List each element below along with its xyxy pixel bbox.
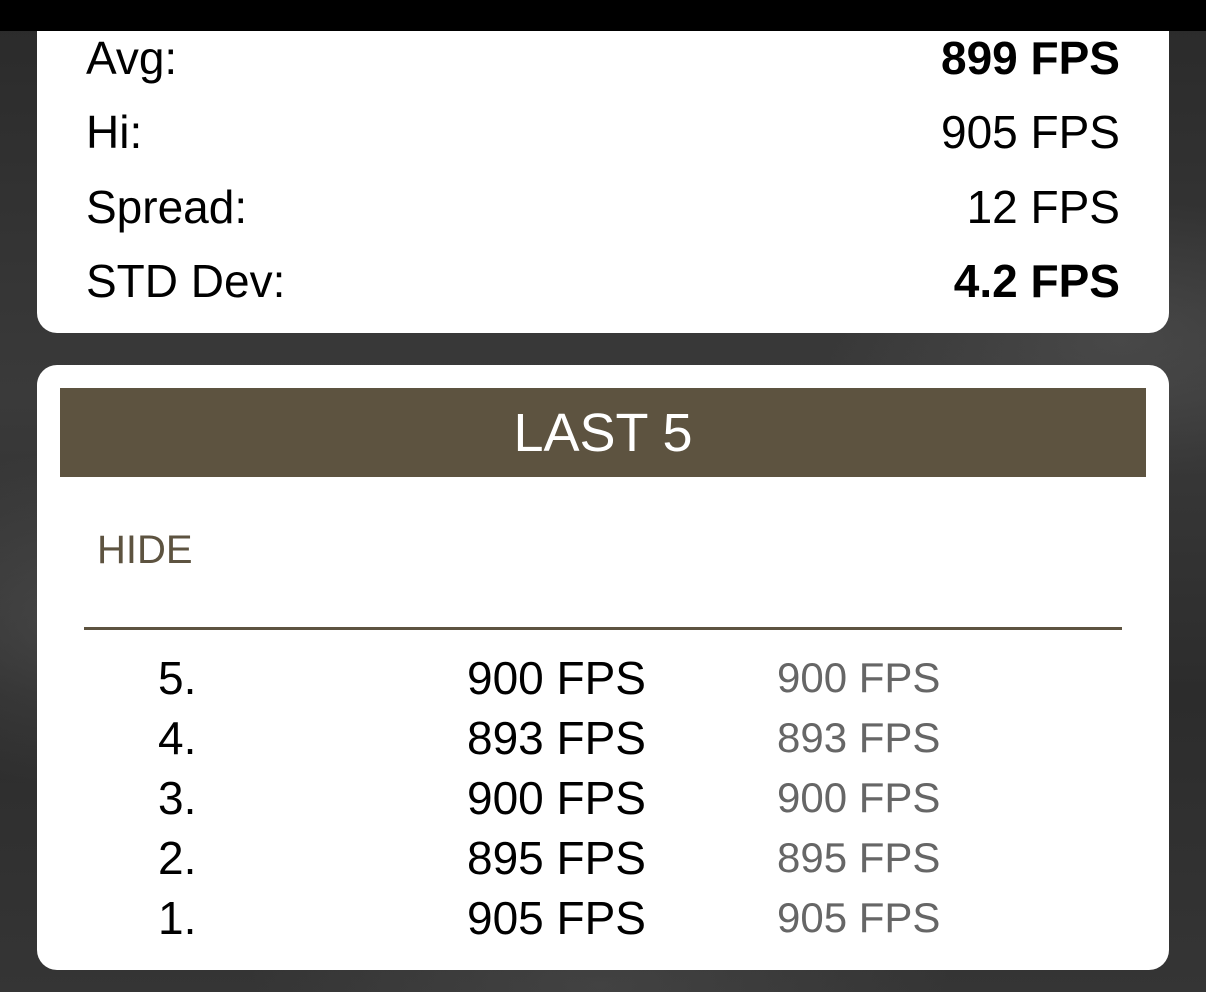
- last-5-card: LAST 5 HIDE 5. 900 FPS 900 FPS 4. 893 FP…: [37, 365, 1169, 970]
- shot-number: 2.: [158, 832, 197, 884]
- divider: [84, 627, 1122, 630]
- stat-row-spread: Spread: 12 FPS: [86, 177, 1120, 237]
- shot-value: 900 FPS: [467, 772, 646, 824]
- shot-value: 893 FPS: [467, 712, 646, 764]
- shot-number: 1.: [158, 892, 197, 944]
- stat-value: 4.2 FPS: [953, 255, 1120, 307]
- last-5-header: LAST 5: [60, 388, 1146, 477]
- shot-secondary-value: 895 FPS: [777, 834, 941, 881]
- shot-row: 5. 900 FPS 900 FPS: [37, 648, 1169, 708]
- stat-value: 899 FPS: [941, 32, 1120, 84]
- shot-row: 2. 895 FPS 895 FPS: [37, 828, 1169, 888]
- stat-label: STD Dev:: [86, 255, 286, 307]
- shot-secondary-value: 900 FPS: [777, 774, 941, 821]
- shot-row: 3. 900 FPS 900 FPS: [37, 768, 1169, 828]
- stats-card: Avg: 899 FPS Hi: 905 FPS Spread: 12 FPS …: [37, 31, 1169, 333]
- stat-value: 905 FPS: [941, 106, 1120, 158]
- stat-value: 12 FPS: [966, 181, 1120, 233]
- stat-label: Spread:: [86, 181, 248, 233]
- shot-row: 1. 905 FPS 905 FPS: [37, 888, 1169, 948]
- hide-button[interactable]: HIDE: [97, 528, 193, 573]
- stat-row-hi: Hi: 905 FPS: [86, 102, 1120, 162]
- stat-row-avg: Avg: 899 FPS: [86, 28, 1120, 88]
- shot-value: 905 FPS: [467, 892, 646, 944]
- shot-row: 4. 893 FPS 893 FPS: [37, 708, 1169, 768]
- shot-value: 900 FPS: [467, 652, 646, 704]
- stat-label: Avg:: [86, 32, 178, 84]
- shot-value: 895 FPS: [467, 832, 646, 884]
- stat-label: Hi:: [86, 106, 143, 158]
- shot-secondary-value: 905 FPS: [777, 894, 941, 941]
- status-bar: [0, 0, 1206, 31]
- shot-number: 3.: [158, 772, 197, 824]
- shot-number: 4.: [158, 712, 197, 764]
- stat-row-std-dev: STD Dev: 4.2 FPS: [86, 251, 1120, 311]
- shot-secondary-value: 900 FPS: [777, 654, 941, 701]
- shot-number: 5.: [158, 652, 197, 704]
- shot-secondary-value: 893 FPS: [777, 714, 941, 761]
